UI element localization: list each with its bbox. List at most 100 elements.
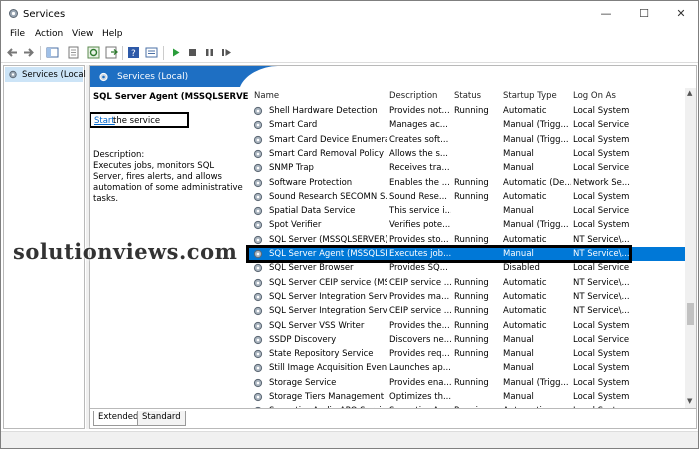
cell-name: Spot Verifier xyxy=(269,220,322,231)
scroll-thumb[interactable] xyxy=(687,303,694,325)
show-hide-console-tree-icon[interactable] xyxy=(46,46,59,59)
cell-name: Smart Card Removal Policy xyxy=(269,148,384,159)
properties-icon[interactable] xyxy=(67,46,80,59)
service-row[interactable]: SQL Server CEIP service (MSS...CEIP serv… xyxy=(248,276,685,290)
cell-description: Manages ac... xyxy=(389,120,448,131)
play-icon[interactable] xyxy=(169,46,182,59)
column-header-log-on-as[interactable]: Log On As xyxy=(573,91,616,101)
back-arrow-icon[interactable] xyxy=(6,46,19,59)
tab-standard[interactable]: Standard xyxy=(137,411,186,426)
service-row[interactable]: Still Image Acquisition Events Launches a… xyxy=(248,361,685,375)
gear-icon xyxy=(253,249,263,259)
maximize-button[interactable]: ☐ xyxy=(637,7,651,21)
pane-header-decoration xyxy=(240,66,696,87)
gear-icon xyxy=(253,121,263,130)
column-header-description[interactable]: Description xyxy=(389,91,437,101)
service-row[interactable]: Shell Hardware Detection Provides not... R… xyxy=(248,104,685,118)
service-row[interactable]: Spatial Data Service This service i... Man… xyxy=(248,204,685,218)
menu-help[interactable]: Help xyxy=(102,29,123,39)
service-row[interactable]: SQL Server Agent (MSSQLSE... Executes job… xyxy=(248,247,685,261)
toolbar-separator xyxy=(40,46,41,60)
gear-icon xyxy=(253,264,263,273)
scroll-up-icon[interactable]: ▲ xyxy=(687,89,692,97)
service-row[interactable]: SQL Server Browser Provides SQ... Disabled… xyxy=(248,261,685,275)
cell-description: CEIP service ... xyxy=(389,277,451,288)
gear-icon xyxy=(253,221,263,230)
cell-name: SQL Server VSS Writer xyxy=(269,320,365,331)
cell-startup-type: Automatic (De... xyxy=(503,177,571,188)
cell-name: State Repository Service xyxy=(269,349,374,360)
cell-name: Sound Research SECOMN S... xyxy=(269,191,387,202)
service-row[interactable]: State Repository Service Provides req... R… xyxy=(248,347,685,361)
service-row[interactable]: Sound Research SECOMN S... Sound Rese... R… xyxy=(248,190,685,204)
service-row[interactable]: SQL Server Integration Servi... Provides … xyxy=(248,290,685,304)
restart-icon[interactable] xyxy=(220,46,233,59)
cell-startup-type: Disabled xyxy=(503,263,540,274)
menu-view[interactable]: View xyxy=(72,29,93,39)
cell-startup-type: Manual xyxy=(503,206,534,217)
cell-description: Enables the ... xyxy=(389,177,450,188)
description-text: Executes jobs, monitors SQL Server, fire… xyxy=(93,161,243,204)
service-row[interactable]: Storage Tiers Management Optimizes th... M… xyxy=(248,390,685,404)
scroll-down-icon[interactable]: ▼ xyxy=(687,397,692,405)
cell-description: Verifies pote... xyxy=(389,220,451,231)
window-title: Services xyxy=(23,9,66,20)
cell-description: Sound Rese... xyxy=(389,191,447,202)
menu-action[interactable]: Action xyxy=(35,29,63,39)
cell-status: Running xyxy=(454,277,489,288)
cell-description: Creates soft... xyxy=(389,134,449,145)
column-header-startup-type[interactable]: Startup Type xyxy=(503,91,557,101)
stop-icon[interactable] xyxy=(186,46,199,59)
help-icon[interactable]: ? xyxy=(127,46,140,59)
menu-file[interactable]: File xyxy=(10,29,25,39)
cell-log-on-as: NT Service\... xyxy=(573,249,630,259)
cell-log-on-as: Local System xyxy=(573,134,630,145)
tab-extended[interactable]: Extended xyxy=(93,411,144,426)
cell-status: Running xyxy=(454,320,489,331)
service-row[interactable]: Software Protection Enables the ... Runnin… xyxy=(248,176,685,190)
cell-name: Shell Hardware Detection xyxy=(269,106,378,116)
forward-arrow-icon[interactable] xyxy=(22,46,35,59)
cell-status: Running xyxy=(454,234,489,245)
service-row[interactable]: Smart Card Manages ac... Manual (Trigg... L… xyxy=(248,118,685,132)
gear-icon xyxy=(253,278,263,287)
vertical-scrollbar[interactable]: ▲ ▼ xyxy=(685,88,696,408)
column-header-name[interactable]: Name xyxy=(254,91,279,101)
action-pane-icon[interactable] xyxy=(145,46,158,59)
column-header-status[interactable]: Status xyxy=(454,91,481,101)
service-row[interactable]: SQL Server VSS Writer Provides the... Runn… xyxy=(248,319,685,333)
refresh-icon[interactable] xyxy=(87,46,100,59)
cell-log-on-as: Local Service xyxy=(573,334,630,345)
service-row[interactable]: SSDP Discovery Discovers ne... Running Manu… xyxy=(248,333,685,347)
cell-description: Provides sto... xyxy=(389,234,449,245)
tree-item-services-local[interactable]: Services (Local) xyxy=(5,67,89,82)
cell-log-on-as: Local System xyxy=(573,349,630,360)
gear-icon xyxy=(253,364,263,373)
toolbar: ? xyxy=(1,43,698,63)
cell-description: Receives tra... xyxy=(389,163,450,174)
cell-startup-type: Manual xyxy=(503,363,534,374)
cell-description: Provides SQ... xyxy=(389,263,448,274)
cell-description: Allows the s... xyxy=(389,148,449,159)
title-bar: Services — ☐ ✕ xyxy=(1,1,698,28)
pause-icon[interactable] xyxy=(203,46,216,59)
service-row[interactable]: SQL Server (MSSQLSERVER) Provides sto... R… xyxy=(248,233,685,247)
service-row[interactable]: SQL Server Integration Servi... CEIP serv… xyxy=(248,304,685,318)
services-list: Name Description Status Startup Type Log… xyxy=(248,88,685,416)
service-row[interactable]: Storage Service Provides ena... Running Man… xyxy=(248,376,685,390)
close-button[interactable]: ✕ xyxy=(674,7,688,21)
export-list-icon[interactable] xyxy=(105,46,118,59)
minimize-button[interactable]: — xyxy=(599,7,613,21)
start-service-link[interactable]: Start xyxy=(94,116,115,126)
cell-log-on-as: Local System xyxy=(573,106,630,116)
service-row[interactable]: Smart Card Device Enumerat...Creates sof… xyxy=(248,133,685,147)
service-row[interactable]: SNMP Trap Receives tra... Manual Local Serv… xyxy=(248,161,685,175)
service-row[interactable]: Smart Card Removal Policy Allows the s...… xyxy=(248,147,685,161)
cell-startup-type: Automatic xyxy=(503,106,547,116)
gear-icon xyxy=(9,70,17,79)
cell-name: SQL Server Integration Servi... xyxy=(269,306,387,317)
service-row[interactable]: Spot Verifier Verifies pote... Manual (Tri… xyxy=(248,218,685,232)
cell-name: SQL Server (MSSQLSERVER) xyxy=(269,234,387,245)
cell-description: Launches ap... xyxy=(389,363,451,374)
selected-service-name: SQL Server Agent (MSSQLSERVER) xyxy=(93,92,259,102)
